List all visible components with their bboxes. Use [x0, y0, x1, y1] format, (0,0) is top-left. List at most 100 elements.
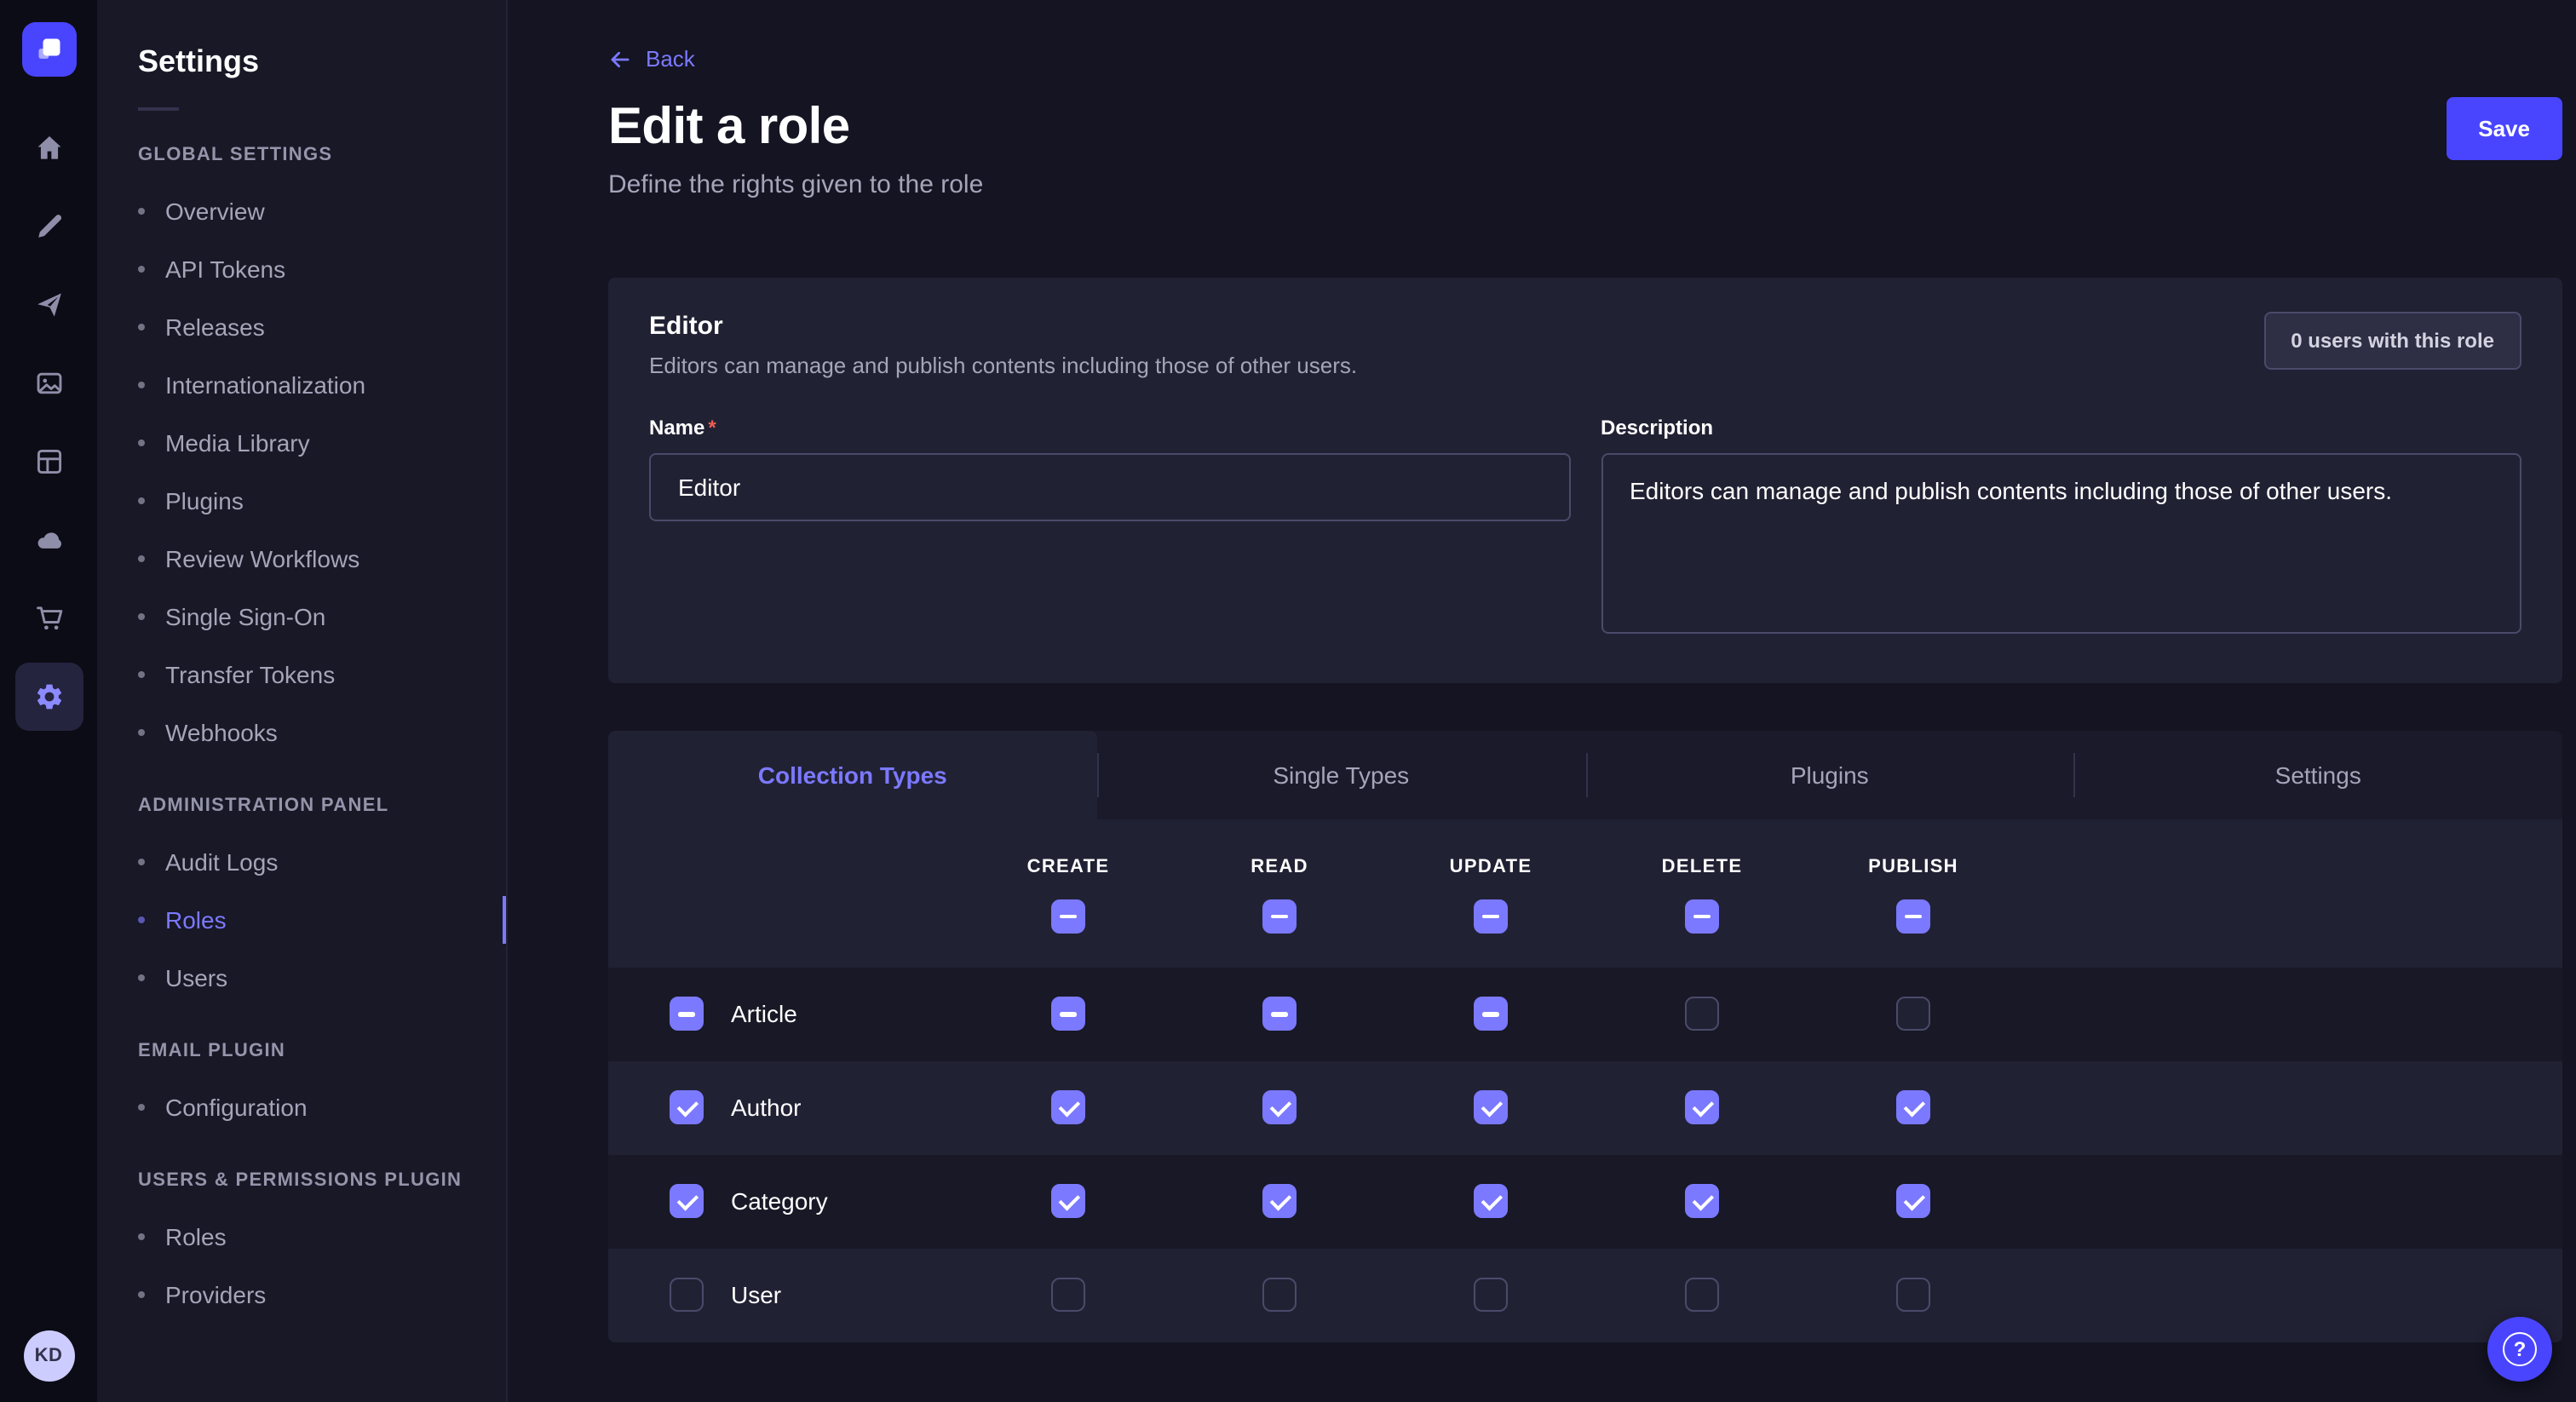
- column-header-publish: PUBLISH: [1868, 856, 1958, 876]
- gear-icon: [33, 681, 64, 712]
- checkbox-user-update[interactable]: [1474, 1278, 1508, 1312]
- checkbox-user-delete[interactable]: [1685, 1278, 1719, 1312]
- user-avatar[interactable]: KD: [23, 1330, 74, 1382]
- tab-settings[interactable]: Settings: [2074, 730, 2563, 819]
- permission-row-user: User: [608, 1248, 2562, 1342]
- checkbox-select-all-publish[interactable]: [1896, 899, 1930, 933]
- nav-content-type-builder-button[interactable]: [14, 428, 83, 496]
- home-icon: [33, 133, 64, 164]
- sidebar-item-audit-logs[interactable]: Audit Logs: [97, 833, 506, 891]
- name-input[interactable]: [649, 452, 1570, 520]
- nav-settings-button[interactable]: [14, 663, 83, 731]
- checkbox-article[interactable]: [670, 997, 704, 1031]
- checkbox-article-create[interactable]: [1051, 997, 1085, 1031]
- sidebar-item-roles[interactable]: Roles: [97, 891, 506, 949]
- checkbox-article-delete[interactable]: [1685, 997, 1719, 1031]
- nav-home-button[interactable]: [14, 114, 83, 182]
- bullet-icon: [138, 916, 145, 923]
- sidebar-item-label: Webhooks: [165, 719, 278, 746]
- sidebar-item-providers[interactable]: Providers: [97, 1266, 506, 1324]
- sidebar-item-plugins[interactable]: Plugins: [97, 472, 506, 530]
- sidebar-item-label: Single Sign-On: [165, 603, 325, 630]
- column-header-create: CREATE: [1027, 856, 1110, 876]
- sidebar-item-internationalization[interactable]: Internationalization: [97, 356, 506, 414]
- checkbox-author-create[interactable]: [1051, 1090, 1085, 1124]
- media-library-icon: [33, 368, 64, 399]
- bullet-icon: [138, 859, 145, 865]
- page-title: Edit a role: [608, 99, 849, 157]
- tab-collection-types[interactable]: Collection Types: [608, 730, 1097, 819]
- description-input[interactable]: Editors can manage and publish contents …: [1601, 452, 2521, 633]
- sidebar-item-up-roles[interactable]: Roles: [97, 1208, 506, 1266]
- checkbox-user-read[interactable]: [1262, 1278, 1297, 1312]
- nav-cloud-button[interactable]: [14, 506, 83, 574]
- back-label: Back: [646, 46, 695, 72]
- sidebar-item-webhooks[interactable]: Webhooks: [97, 704, 506, 761]
- bullet-icon: [138, 440, 145, 446]
- checkbox-user[interactable]: [670, 1278, 704, 1312]
- bullet-icon: [138, 382, 145, 388]
- required-asterisk: *: [708, 415, 716, 439]
- sidebar-item-api-tokens[interactable]: API Tokens: [97, 240, 506, 298]
- checkbox-author-update[interactable]: [1474, 1090, 1508, 1124]
- sidebar-item-media-library[interactable]: Media Library: [97, 414, 506, 472]
- nav-marketplace-button[interactable]: [14, 584, 83, 652]
- checkbox-select-all-create[interactable]: [1051, 899, 1085, 933]
- checkbox-category-update[interactable]: [1474, 1184, 1508, 1218]
- nav-content-manager-button[interactable]: [14, 192, 83, 261]
- permissions-section: Collection Types Single Types Plugins Se…: [608, 730, 2562, 1342]
- page-subtitle: Define the rights given to the role: [608, 170, 2562, 198]
- checkbox-author[interactable]: [670, 1090, 704, 1124]
- back-arrow-icon: [608, 47, 632, 71]
- save-button[interactable]: Save: [2446, 96, 2562, 159]
- content-manager-icon: [33, 211, 64, 242]
- sidebar-item-label: Providers: [165, 1281, 266, 1308]
- checkbox-category-create[interactable]: [1051, 1184, 1085, 1218]
- checkbox-category-read[interactable]: [1262, 1184, 1297, 1218]
- checkbox-article-update[interactable]: [1474, 997, 1508, 1031]
- checkbox-user-create[interactable]: [1051, 1278, 1085, 1312]
- checkbox-article-read[interactable]: [1262, 997, 1297, 1031]
- sidebar-item-configuration[interactable]: Configuration: [97, 1078, 506, 1136]
- back-link[interactable]: Back: [608, 46, 695, 72]
- sidebar-item-single-sign-on[interactable]: Single Sign-On: [97, 588, 506, 646]
- role-name-heading: Editor: [649, 311, 1357, 340]
- checkbox-category[interactable]: [670, 1184, 704, 1218]
- checkbox-category-delete[interactable]: [1685, 1184, 1719, 1218]
- checkbox-user-publish[interactable]: [1896, 1278, 1930, 1312]
- sidebar-item-overview[interactable]: Overview: [97, 182, 506, 240]
- checkbox-author-publish[interactable]: [1896, 1090, 1930, 1124]
- nav-rail: KD: [0, 0, 97, 1402]
- bullet-icon: [138, 208, 145, 215]
- help-button[interactable]: ?: [2487, 1317, 2552, 1382]
- section-label-global-settings: GLOBAL SETTINGS: [97, 111, 506, 182]
- checkbox-select-all-read[interactable]: [1262, 899, 1297, 933]
- users-count-badge[interactable]: 0 users with this role: [2263, 311, 2521, 369]
- name-label-text: Name: [649, 415, 704, 439]
- column-header-delete: DELETE: [1662, 856, 1743, 876]
- tab-plugins[interactable]: Plugins: [1585, 730, 2074, 819]
- sidebar-item-label: Overview: [165, 198, 265, 225]
- checkbox-author-read[interactable]: [1262, 1090, 1297, 1124]
- sidebar-item-label: API Tokens: [165, 256, 285, 283]
- app-window: KD Settings GLOBAL SETTINGS Overview API…: [0, 0, 2576, 1402]
- checkbox-select-all-update[interactable]: [1474, 899, 1508, 933]
- checkbox-author-delete[interactable]: [1685, 1090, 1719, 1124]
- role-description-text: Editors can manage and publish contents …: [649, 352, 1357, 377]
- sidebar-item-users[interactable]: Users: [97, 949, 506, 1007]
- nav-media-library-button[interactable]: [14, 349, 83, 417]
- sidebar-item-label: Review Workflows: [165, 545, 359, 572]
- bullet-icon: [138, 1233, 145, 1240]
- tab-single-types[interactable]: Single Types: [1097, 730, 1586, 819]
- nav-releases-button[interactable]: [14, 271, 83, 339]
- strapi-logo[interactable]: [21, 22, 76, 77]
- sidebar-item-releases[interactable]: Releases: [97, 298, 506, 356]
- bullet-icon: [138, 555, 145, 562]
- sidebar-item-review-workflows[interactable]: Review Workflows: [97, 530, 506, 588]
- checkbox-category-publish[interactable]: [1896, 1184, 1930, 1218]
- sidebar-item-transfer-tokens[interactable]: Transfer Tokens: [97, 646, 506, 704]
- checkbox-select-all-delete[interactable]: [1685, 899, 1719, 933]
- bullet-icon: [138, 1104, 145, 1111]
- checkbox-article-publish[interactable]: [1896, 997, 1930, 1031]
- sidebar-item-label: Audit Logs: [165, 848, 278, 876]
